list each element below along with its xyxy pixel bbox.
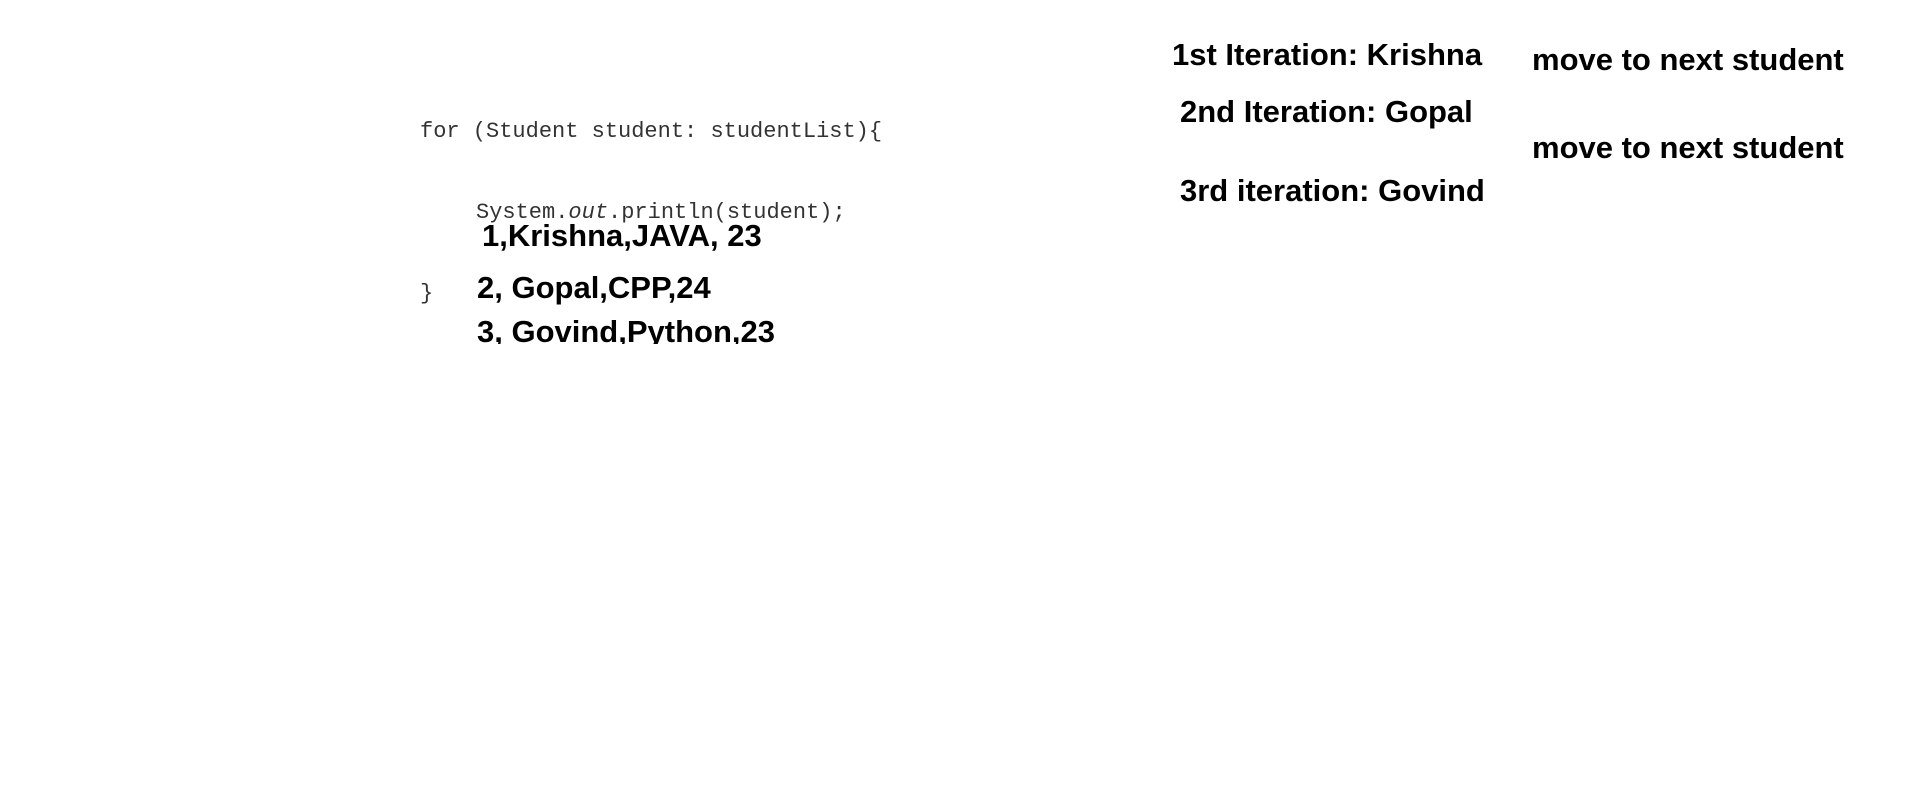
student-row-1: 1,Krishna,JAVA, 23	[482, 218, 762, 253]
move-label-1: move to next student	[1532, 42, 1844, 77]
iteration-3: 3rd iteration: Govind	[1180, 173, 1485, 208]
student-row-3-clip: 3, Govind,Python,23	[477, 312, 807, 344]
student-row-2: 2, Gopal,CPP,24	[477, 270, 711, 305]
code-line-1: for (Student student: studentList){	[420, 119, 883, 144]
move-label-2: move to next student	[1532, 130, 1844, 165]
canvas: { "code": { "line1": "for (Student stude…	[0, 0, 1914, 802]
iteration-2: 2nd Iteration: Gopal	[1180, 94, 1473, 129]
iteration-1: 1st Iteration: Krishna	[1172, 37, 1483, 72]
student-row-3: 3, Govind,Python,23	[477, 314, 775, 344]
